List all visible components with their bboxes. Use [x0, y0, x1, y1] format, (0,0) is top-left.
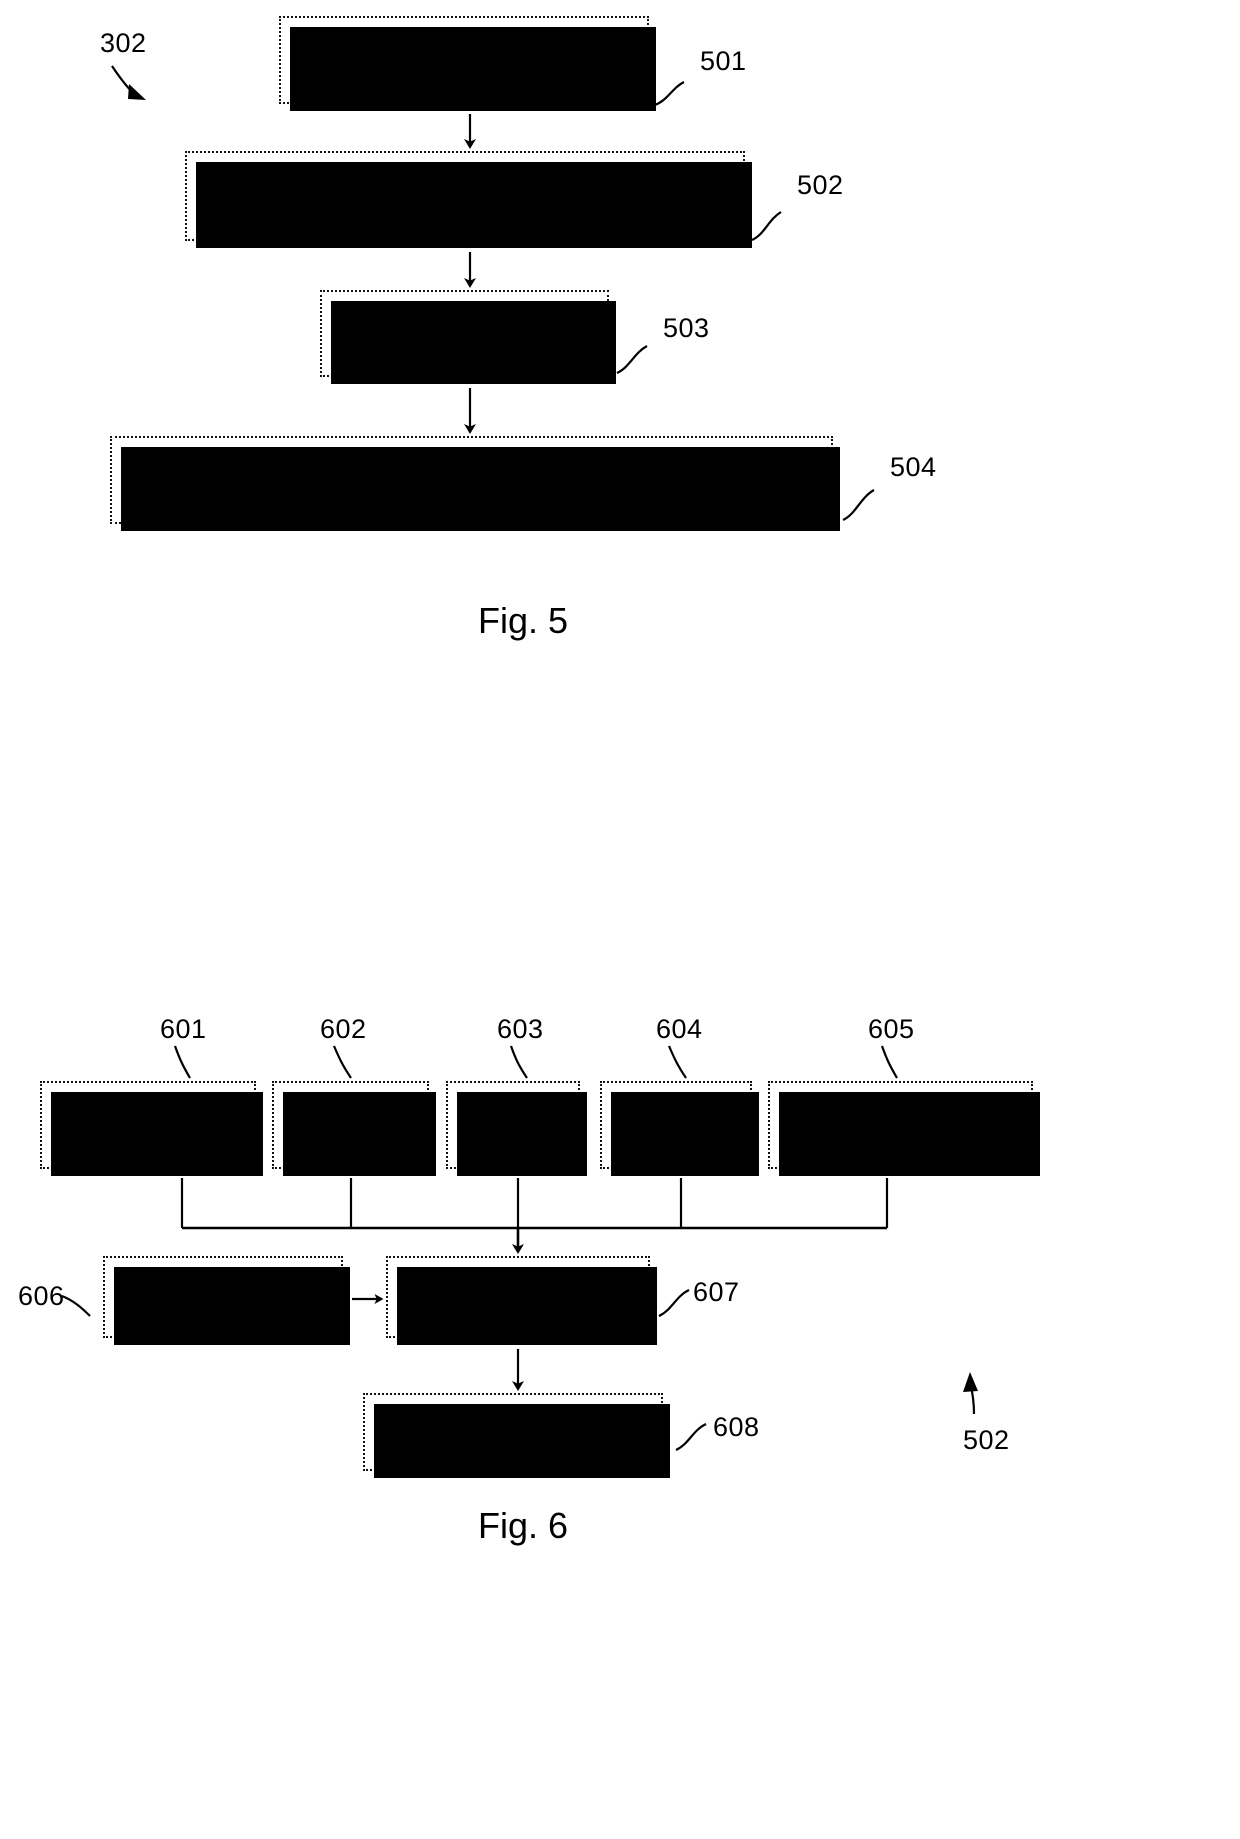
flow-box-label: Augmented training data — [376, 1417, 650, 1446]
transform-box-add-noise[interactable]: Add noise — [272, 1081, 436, 1176]
flow-box-label: Augmentation — [440, 1282, 596, 1311]
figure-caption-5: Fig. 5 — [478, 600, 569, 641]
reference-numeral-502-group: 502 — [963, 1425, 1010, 1455]
reference-numeral-503: 503 — [663, 313, 710, 343]
reference-numeral-605: 605 — [868, 1014, 915, 1044]
reference-numeral-604: 604 — [656, 1014, 703, 1044]
transform-box-other-transformations[interactable]: Other transformations — [768, 1081, 1040, 1176]
flow-box-augmentation[interactable]: Augmentation — [386, 1256, 657, 1345]
process-box-label: Split augmented data into train, validat… — [141, 464, 802, 495]
reference-numeral-606: 606 — [18, 1281, 65, 1311]
reference-numeral-607: 607 — [693, 1277, 740, 1307]
process-box-store-augmented-data[interactable]: Store augmented data — [320, 290, 616, 384]
reference-numeral-501: 501 — [700, 46, 747, 76]
transform-box-label: Rotate — [477, 1111, 549, 1139]
connector-layer — [61, 65, 978, 1451]
process-box-label: Load collected training data — [304, 44, 623, 75]
reference-numeral-608: 608 — [713, 1412, 760, 1442]
reference-numeral-504: 504 — [890, 452, 937, 482]
process-box-load-collected-training-data[interactable]: Load collected training data — [279, 16, 656, 111]
flow-box-training-data[interactable]: Training data — [103, 1256, 350, 1345]
reference-numeral-602: 602 — [320, 1014, 367, 1044]
transform-box-label: Other transformations — [784, 1111, 1017, 1139]
process-box-label: Augment signal and encoded feature data — [223, 180, 707, 211]
process-box-augment-signal-and-encoded-feature-data[interactable]: Augment signal and encoded feature data — [185, 151, 752, 248]
patent-figure-sheet: 302 Load collected training data 501 Aug… — [0, 0, 1240, 1839]
process-box-label: Store augmented data — [335, 317, 594, 348]
flow-box-augmented-training-data[interactable]: Augmented training data — [363, 1393, 670, 1478]
transform-box-translate[interactable]: Translate — [600, 1081, 759, 1176]
reference-numeral-302: 302 — [100, 28, 147, 58]
flow-box-label: Training data — [150, 1282, 296, 1311]
reference-numeral-502: 502 — [797, 170, 844, 200]
reference-numeral-603: 603 — [497, 1014, 544, 1044]
transform-box-label: Apply crop factor — [57, 1111, 239, 1139]
reference-numeral-601: 601 — [160, 1014, 207, 1044]
transform-box-rotate[interactable]: Rotate — [446, 1081, 587, 1176]
transform-box-apply-crop-factor[interactable]: Apply crop factor — [40, 1081, 263, 1176]
figure-caption-6: Fig. 6 — [478, 1505, 569, 1546]
transform-box-label: Add noise — [297, 1111, 404, 1139]
process-box-split-augmented-data[interactable]: Split augmented data into train, validat… — [110, 436, 840, 531]
transform-box-label: Translate — [626, 1111, 726, 1139]
